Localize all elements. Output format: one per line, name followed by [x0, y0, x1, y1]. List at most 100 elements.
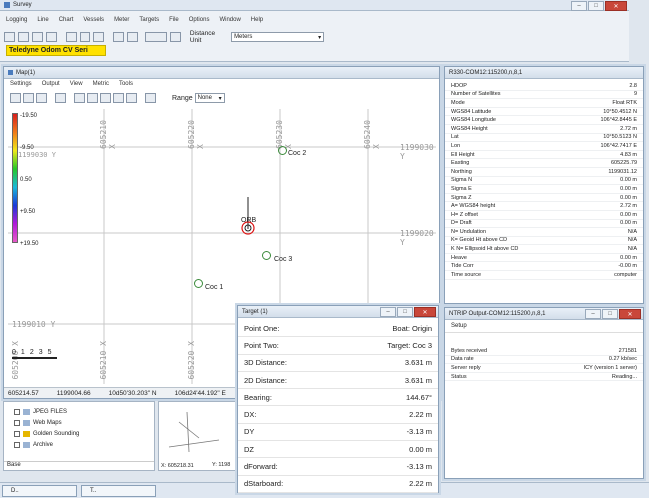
settings-icon[interactable] — [145, 32, 167, 42]
device-label: Teledyne Odom CV Seri — [6, 45, 106, 56]
close-button[interactable]: ✕ — [414, 307, 436, 317]
menu-item-meter[interactable]: Meter — [114, 17, 129, 23]
range-select[interactable]: None ▾ — [194, 93, 225, 103]
tree-item[interactable]: Golden Sounding — [14, 428, 154, 439]
target-row: dForward: -3.13 m — [238, 458, 438, 476]
range-label: Range — [172, 94, 193, 102]
checkbox[interactable] — [14, 408, 20, 415]
toolbar-button-2[interactable] — [17, 32, 29, 42]
grid-icon[interactable] — [145, 93, 156, 103]
gps-row-label: Sigma N — [451, 177, 473, 184]
tree-item-label: Golden Sounding — [33, 430, 80, 437]
ntrip-row-label: Data rate — [451, 356, 474, 363]
menu-item-help[interactable]: Help — [251, 17, 263, 23]
map-menu-item-metric[interactable]: Metric — [93, 81, 109, 87]
toolbar-button-1[interactable] — [4, 32, 15, 42]
target-icon[interactable] — [126, 93, 137, 103]
gps-table: HDOP 2.8 Number of Satellites 9 Mode Float RT… — [445, 79, 643, 280]
select-icon[interactable] — [74, 93, 85, 103]
gps-row-value: 9 — [633, 91, 637, 98]
main-toolbar: Distance Unit Meters ▾ — [4, 30, 325, 44]
tree-item-label: Archive — [33, 441, 54, 448]
ntrip-row-label: Server reply — [451, 364, 481, 371]
gps-row: H= Z offset 0.00 m — [445, 211, 643, 220]
target-marker-coc2[interactable] — [278, 146, 287, 155]
zoom-fit-icon[interactable] — [10, 93, 21, 103]
map-status-field: 605214.57 — [8, 389, 39, 397]
ntrip-setup-menu[interactable]: Setup — [445, 320, 643, 333]
measure-icon[interactable] — [100, 93, 111, 103]
minimize-button[interactable]: – — [585, 309, 601, 319]
target-row-value: 3.631 m — [404, 375, 432, 385]
gps-row: K= Geoid Ht above CD N/A — [445, 237, 643, 246]
menu-item-vessels[interactable]: Vessels — [83, 17, 104, 23]
close-button[interactable]: ✕ — [619, 309, 641, 319]
tree-item[interactable]: Web Maps — [14, 417, 154, 428]
close-button[interactable]: ✕ — [605, 1, 627, 11]
distance-unit-value: Meters — [234, 34, 253, 40]
ntrip-row: Data rate 0.27 kb/sec — [445, 356, 643, 365]
toolbar-button-6[interactable] — [79, 32, 91, 42]
gps-row-value: 2.72 m — [620, 125, 637, 132]
toolbar-button-5[interactable] — [65, 32, 77, 42]
target-row-label: DY — [244, 427, 255, 437]
toolbar-button-9[interactable] — [127, 32, 139, 42]
gps-row: Sigma Z 0.00 m — [445, 194, 643, 203]
pan-icon[interactable] — [87, 93, 98, 103]
gps-row-label: Easting — [451, 160, 470, 167]
minimize-button[interactable]: – — [571, 1, 587, 11]
zoom-out-icon[interactable] — [36, 93, 47, 103]
grid-y-label-left: 1199030 Y — [18, 151, 56, 159]
gps-row-value: 0.00 m — [620, 220, 637, 227]
pencil-icon[interactable] — [113, 93, 124, 103]
map-status-field: 10d50'30.203" N — [108, 389, 157, 397]
gps-row-value: 10°50.4512 N — [603, 108, 637, 115]
gps-row-label: Mode — [451, 99, 465, 106]
gps-row-label: Lat — [451, 134, 459, 141]
menu-item-chart[interactable]: Chart — [59, 17, 74, 23]
menu-item-options[interactable]: Options — [189, 17, 210, 23]
tree-item[interactable]: JPEG FILES — [14, 406, 154, 417]
gps-row-label: Number of Satellites — [451, 91, 501, 98]
gps-row-label: HDOP — [451, 82, 467, 89]
zoom-in-icon[interactable] — [23, 93, 34, 103]
minimize-button[interactable]: – — [380, 307, 396, 317]
checkbox[interactable] — [14, 419, 20, 426]
target-row-value: Boat: Origin — [392, 323, 432, 333]
toolbar-button-7[interactable] — [93, 32, 105, 42]
tree-item[interactable]: Archive — [14, 439, 154, 450]
distance-unit-select[interactable]: Meters ▾ — [231, 32, 325, 42]
map-menu-item-tools[interactable]: Tools — [119, 81, 133, 87]
target-marker-coc3[interactable] — [262, 251, 271, 260]
checkbox[interactable] — [14, 430, 20, 437]
maximize-button[interactable]: □ — [588, 1, 604, 11]
toolbar-button-4[interactable] — [45, 32, 57, 42]
taskbar-item-2[interactable]: T.. — [81, 485, 156, 497]
scale-label: 2 — [29, 349, 34, 356]
menu-item-line[interactable]: Line — [37, 17, 48, 23]
menu-item-window[interactable]: Window — [219, 17, 240, 23]
gps-row: Ell Height 4.83 m — [445, 151, 643, 160]
ntrip-window: NTRIP Output-COM12:115200,n,8,1 – □ ✕ Se… — [444, 307, 644, 479]
maximize-button[interactable]: □ — [397, 307, 413, 317]
target-row-value: 2.22 m — [409, 410, 432, 420]
layers-icon[interactable] — [55, 93, 66, 103]
checkbox[interactable] — [14, 441, 20, 448]
target-row: Bearing: 144.67° — [238, 389, 438, 407]
map-menu-item-view[interactable]: View — [70, 81, 83, 87]
maximize-button[interactable]: □ — [602, 309, 618, 319]
toolbar-button-10[interactable] — [169, 32, 181, 42]
menu-item-logging[interactable]: Logging — [6, 17, 27, 23]
target-row: Point Two: Target: Coc 3 — [238, 337, 438, 355]
menu-item-file[interactable]: File — [169, 17, 179, 23]
grid-y-label: 1199020 Y — [400, 229, 434, 247]
toolbar-button-3[interactable] — [31, 32, 43, 42]
gps-row-label: Ell Height — [451, 151, 475, 158]
map-menu-item-output[interactable]: Output — [42, 81, 60, 87]
toolbar-button-8[interactable] — [113, 32, 125, 42]
gps-row-value: 106°42.7417 E — [600, 142, 637, 149]
taskbar-item-1[interactable]: D.. — [2, 485, 77, 497]
menu-item-targets[interactable]: Targets — [139, 17, 159, 23]
target-marker-coc1[interactable] — [194, 279, 203, 288]
map-menu-item-settings[interactable]: Settings — [10, 81, 32, 87]
